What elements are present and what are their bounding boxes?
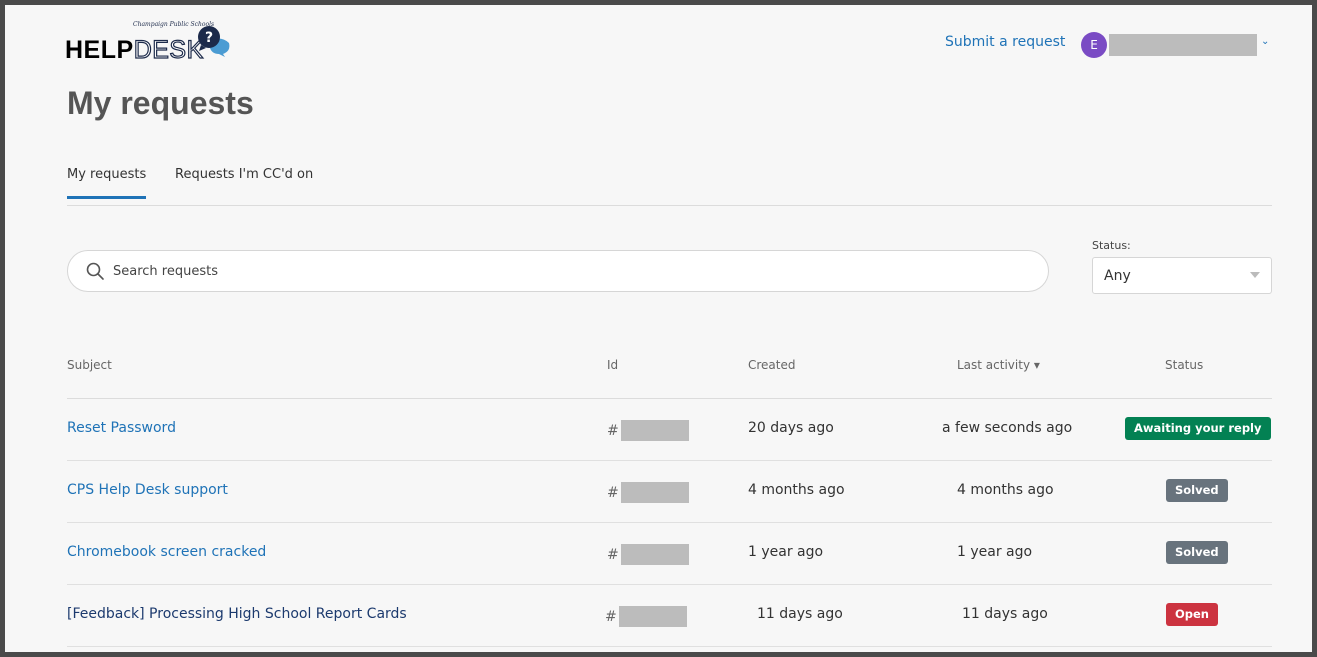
search-box[interactable] <box>67 250 1049 292</box>
id-hash: # <box>607 422 619 439</box>
request-created: 4 months ago <box>748 482 845 498</box>
status-badge: Awaiting your reply <box>1125 417 1271 440</box>
requests-table: Subject Id Created Last activity ▾ Statu… <box>67 335 1272 647</box>
table-header: Subject Id Created Last activity ▾ Statu… <box>67 335 1272 399</box>
id-redacted <box>620 544 689 565</box>
search-icon <box>86 262 104 280</box>
table-row: CPS Help Desk support # 4 months ago 4 m… <box>67 461 1272 523</box>
request-created: 20 days ago <box>748 420 834 436</box>
request-created: 1 year ago <box>748 544 824 560</box>
request-last-activity: 4 months ago <box>957 482 1054 498</box>
user-initial: E <box>1090 38 1098 52</box>
column-header-last-activity[interactable]: Last activity ▾ <box>957 358 1040 372</box>
page-title: My requests <box>67 85 254 121</box>
request-subject-link[interactable]: [Feedback] Processing High School Report… <box>67 606 407 622</box>
column-header-subject[interactable]: Subject <box>67 358 112 372</box>
help-bubble-glyph: ? <box>205 30 213 46</box>
status-badge: Open <box>1166 603 1218 626</box>
user-name-redacted[interactable] <box>1109 34 1257 56</box>
request-subject-link[interactable]: Reset Password <box>67 420 176 436</box>
status-filter-label: Status: <box>1092 239 1131 252</box>
column-header-created[interactable]: Created <box>748 358 796 372</box>
id-redacted <box>620 482 689 503</box>
user-avatar[interactable]: E <box>1081 32 1107 58</box>
request-id: # <box>607 482 689 503</box>
request-subject-link[interactable]: Chromebook screen cracked <box>67 544 266 560</box>
column-header-status[interactable]: Status <box>1165 358 1203 372</box>
id-hash: # <box>607 484 619 501</box>
table-row: Reset Password # 20 days ago a few secon… <box>67 399 1272 461</box>
request-subject-link[interactable]: CPS Help Desk support <box>67 482 228 498</box>
chevron-down-icon[interactable]: ⌄ <box>1261 36 1269 47</box>
request-created: 11 days ago <box>757 606 843 622</box>
caret-down-icon <box>1250 272 1260 278</box>
search-input[interactable] <box>111 262 1015 280</box>
status-filter-select[interactable]: Any <box>1092 257 1272 294</box>
request-last-activity: 11 days ago <box>962 606 1048 622</box>
status-badge: Solved <box>1166 479 1228 502</box>
request-id: # <box>607 420 689 441</box>
id-hash: # <box>605 608 617 625</box>
tab-cc-requests[interactable]: Requests I'm CC'd on <box>175 167 313 196</box>
request-tabs: My requests Requests I'm CC'd on <box>67 157 1272 206</box>
table-row: [Feedback] Processing High School Report… <box>67 585 1272 647</box>
logo-desk-text: DESK <box>133 36 204 64</box>
table-row: Chromebook screen cracked # 1 year ago 1… <box>67 523 1272 585</box>
request-id: # <box>605 606 687 627</box>
status-badge: Solved <box>1166 541 1228 564</box>
submit-request-link[interactable]: Submit a request <box>945 34 1065 50</box>
id-hash: # <box>607 546 619 563</box>
request-id: # <box>607 544 689 565</box>
id-redacted <box>618 606 687 627</box>
logo-help-text: HELP <box>65 36 134 64</box>
id-redacted <box>620 420 689 441</box>
app-frame: HELP DESK Champaign Public Schools ? Sub… <box>0 0 1317 657</box>
tab-my-requests[interactable]: My requests <box>67 167 147 199</box>
helpdesk-logo[interactable]: HELP DESK Champaign Public Schools ? <box>65 21 230 64</box>
help-bubble-icon: ? <box>198 26 230 57</box>
request-last-activity: 1 year ago <box>957 544 1033 560</box>
request-last-activity: a few seconds ago <box>942 420 1073 436</box>
column-header-id[interactable]: Id <box>607 358 618 372</box>
status-filter-value: Any <box>1104 268 1131 284</box>
